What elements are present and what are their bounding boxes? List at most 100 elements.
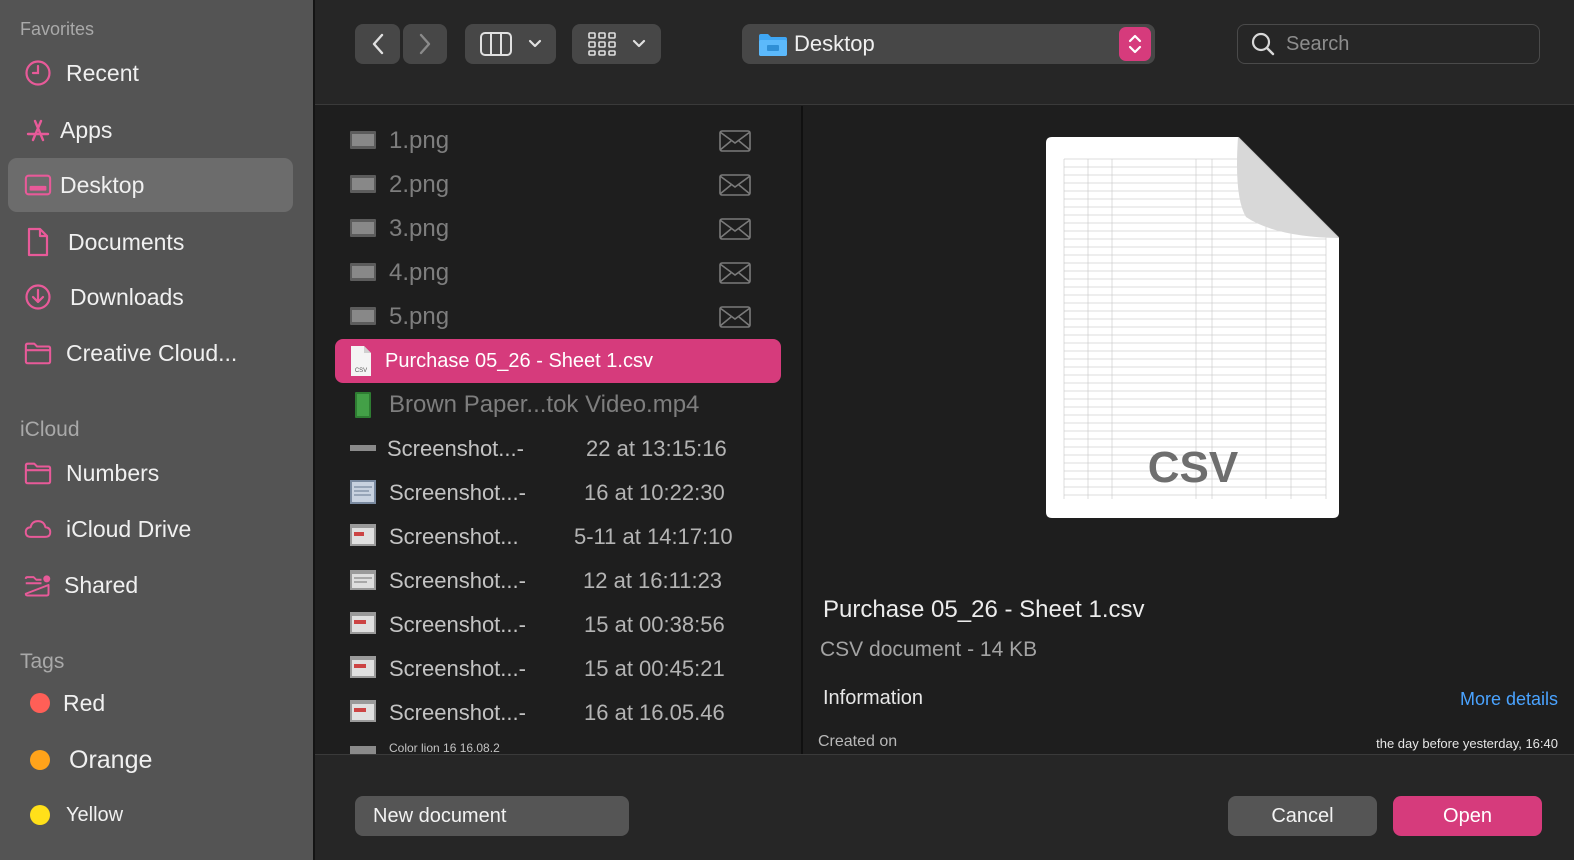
screenshot-file-icon: [350, 700, 376, 722]
document-icon: [24, 227, 52, 257]
sidebar-item-desktop[interactable]: Desktop: [8, 158, 293, 212]
file-row[interactable]: Brown Paper...tok Video.mp4: [335, 383, 781, 427]
file-date: 16 at 16.05.46: [584, 700, 725, 725]
chevron-down-icon: [528, 39, 541, 48]
chevron-left-icon: [372, 33, 383, 55]
file-name: Color lion 16 16.08.2: [389, 741, 500, 754]
file-row[interactable]: Screenshot...- 15 at 00:38:56: [335, 603, 781, 647]
screenshot-file-icon: [350, 480, 376, 504]
folder-icon: [24, 459, 52, 487]
file-row-selected[interactable]: CSV Purchase 05_26 - Sheet 1.csv: [335, 339, 781, 383]
file-name: Brown Paper...tok Video.mp4: [389, 391, 700, 418]
file-row[interactable]: Screenshot...- 22 at 13:15:16: [335, 427, 781, 471]
file-name: 4.png: [389, 259, 450, 286]
sidebar-item-downloads[interactable]: Downloads: [8, 270, 293, 324]
file-row[interactable]: 2.png: [335, 163, 781, 207]
created-on-value: the day before yesterday, 16:40: [1376, 736, 1558, 751]
file-name: Screenshot...-: [389, 568, 526, 593]
mail-icon: [719, 130, 751, 152]
preview-file-kind: CSV document - 14 KB: [820, 638, 1038, 661]
file-date: 15 at 00:45:21: [584, 656, 725, 681]
file-row[interactable]: Screenshot...- 16 at 16.05.46: [335, 691, 781, 735]
file-row[interactable]: Color lion 16 16.08.2: [335, 735, 781, 754]
file-row[interactable]: 4.png: [335, 251, 781, 295]
icloud-header: iCloud: [20, 418, 80, 441]
file-row[interactable]: Screenshot...- 15 at 00:45:21: [335, 647, 781, 691]
file-date: 22 at 13:15:16: [586, 436, 727, 461]
sidebar-item-label: Apps: [60, 116, 113, 143]
view-mode-button[interactable]: [465, 24, 556, 64]
file-name: Screenshot...-: [389, 700, 526, 725]
back-button[interactable]: [355, 24, 400, 64]
sidebar-item-documents[interactable]: Documents: [8, 215, 293, 269]
sidebar-item-label: Downloads: [70, 283, 184, 310]
location-stepper[interactable]: [1119, 27, 1151, 61]
file-row[interactable]: 3.png: [335, 207, 781, 251]
shared-folder-icon: [24, 571, 52, 599]
group-by-button[interactable]: [572, 24, 661, 64]
cloud-icon: [24, 515, 52, 543]
bottom-bar: New document Cancel Open: [315, 754, 1574, 860]
sidebar-item-recent[interactable]: Recent: [8, 46, 293, 100]
desktop-icon: [24, 171, 52, 199]
image-file-icon: [350, 746, 376, 754]
search-icon: [1251, 32, 1275, 56]
file-row[interactable]: Screenshot...- 12 at 16:11:23: [335, 559, 781, 603]
sidebar-item-label: Red: [63, 689, 106, 716]
search-field[interactable]: [1237, 24, 1540, 64]
clock-icon: [24, 59, 52, 87]
file-date: 5-11 at 14:17:10: [574, 524, 733, 549]
location-popup[interactable]: Desktop: [742, 24, 1155, 64]
red-tag-dot-icon: [30, 693, 50, 713]
image-file-icon: [350, 219, 376, 237]
file-name: 5.png: [389, 303, 450, 330]
file-name: Screenshot...-: [389, 480, 526, 505]
toolbar: Desktop: [315, 0, 1574, 105]
file-row[interactable]: Screenshot... 5-11 at 14:17:10: [335, 515, 781, 559]
sidebar-tag-yellow[interactable]: Yellow: [8, 788, 293, 842]
sidebar-item-icloud-drive[interactable]: iCloud Drive: [8, 502, 293, 556]
blue-folder-icon: [759, 34, 787, 56]
cancel-button[interactable]: Cancel: [1228, 796, 1377, 836]
screenshot-file-icon: [350, 445, 376, 451]
file-name: Screenshot...-: [387, 436, 524, 461]
sidebar-item-label: Numbers: [66, 459, 160, 486]
grid-icon: [587, 32, 616, 56]
sidebar-item-shared[interactable]: Shared: [8, 558, 293, 612]
sidebar-item-creative-cloud[interactable]: Creative Cloud...: [8, 326, 293, 380]
csv-preview-thumbnail: CSV: [1046, 137, 1339, 518]
mail-icon: [719, 262, 751, 284]
file-row[interactable]: Screenshot...- 16 at 10:22:30: [335, 471, 781, 515]
screenshot-file-icon: [350, 612, 376, 634]
sidebar-item-numbers[interactable]: Numbers: [8, 446, 293, 500]
csv-file-icon: CSV: [351, 346, 371, 376]
mail-icon: [719, 174, 751, 196]
tags-header: Tags: [20, 650, 65, 673]
search-input[interactable]: [1286, 32, 1516, 56]
file-name: Purchase 05_26 - Sheet 1.csv: [385, 349, 653, 372]
columns-view-icon: [479, 32, 512, 56]
sidebar-tag-red[interactable]: Red: [8, 676, 293, 730]
sidebar-item-label: Documents: [68, 228, 185, 255]
forward-button[interactable]: [403, 24, 447, 64]
up-down-chevron-icon: [1128, 34, 1142, 54]
chevron-right-icon: [419, 33, 431, 55]
open-button[interactable]: Open: [1393, 796, 1542, 836]
sidebar-item-apps[interactable]: Apps: [8, 103, 293, 157]
image-file-icon: [350, 307, 376, 325]
file-name: 1.png: [389, 127, 450, 154]
file-name: Screenshot...-: [389, 656, 526, 681]
image-file-icon: [350, 175, 376, 193]
information-header: Information: [823, 687, 924, 709]
sidebar-tag-orange[interactable]: Orange: [8, 733, 293, 787]
yellow-tag-dot-icon: [30, 805, 50, 825]
more-details-link[interactable]: More details: [1460, 689, 1558, 710]
new-document-button[interactable]: New document: [355, 796, 629, 836]
file-name: 2.png: [389, 171, 450, 198]
screenshot-file-icon: [350, 524, 376, 546]
file-name: Screenshot...: [389, 524, 519, 549]
apps-icon: [24, 116, 52, 144]
file-row[interactable]: 5.png: [335, 295, 781, 339]
sidebar-item-label: Shared: [64, 571, 139, 598]
file-row[interactable]: 1.png: [335, 119, 781, 163]
